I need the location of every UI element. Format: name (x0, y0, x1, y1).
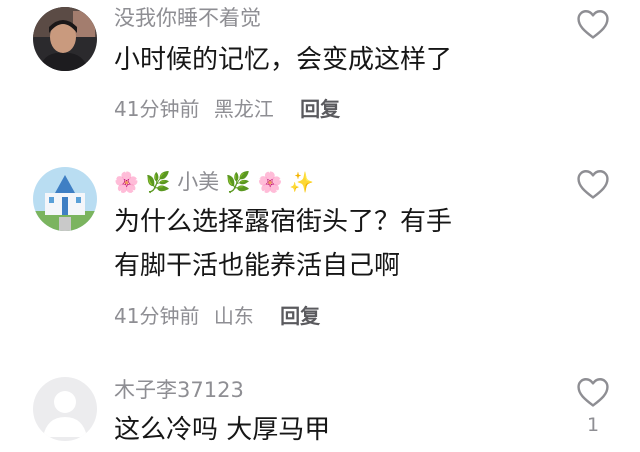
default-avatar-icon[interactable] (33, 377, 97, 441)
comment-time: 41分钟前 (114, 304, 200, 328)
comment-username[interactable]: 🌸 🌿 小美 🌿 🌸 ✨ (114, 168, 314, 196)
comment-text: 这么冷吗 大厚马甲 (114, 415, 331, 445)
comment-username[interactable]: 木子李37123 (114, 376, 244, 404)
username-text: 小美 (177, 170, 220, 194)
avatar[interactable] (33, 7, 97, 71)
comment-location: 山东 (213, 304, 254, 328)
comment-text: 为什么选择露宿街头了？有手 (114, 207, 453, 237)
like-count: 1 (586, 414, 600, 436)
sparkles-icon: ✨ (289, 170, 314, 194)
herb-icon: 🌿 (145, 170, 171, 194)
comment-location: 黑龙江 (213, 97, 274, 121)
avatar-photo (33, 7, 97, 71)
reply-button[interactable]: 回复 (300, 97, 340, 121)
heart-outline-icon[interactable] (576, 376, 610, 408)
comment-item: 木子李37123 这么冷吗 大厚马甲 1 (0, 350, 640, 449)
comment-item: 🌸 🌿 小美 🌿 🌸 ✨ 为什么选择露宿街头了？有手 有脚干活也能养活自己啊 4… (0, 140, 640, 350)
comment-item: 没我你睡不着觉 小时候的记忆，会变成这样了 41分钟前 黑龙江 回复 (0, 0, 640, 140)
heart-outline-icon[interactable] (576, 168, 610, 200)
comment-username[interactable]: 没我你睡不着觉 (114, 4, 261, 32)
herb-icon: 🌿 (225, 170, 251, 194)
comment-text: 小时候的记忆，会变成这样了 (114, 45, 453, 75)
comment-text: 有脚干活也能养活自己啊 (114, 251, 401, 281)
heart-outline-icon[interactable] (576, 8, 610, 40)
comment-meta: 41分钟前 山东 回复 (114, 302, 320, 330)
reply-button[interactable]: 回复 (280, 304, 320, 328)
cherry-blossom-icon: 🌸 (114, 170, 139, 194)
comment-meta: 41分钟前 黑龙江 回复 (114, 95, 340, 123)
comment-time: 41分钟前 (114, 97, 200, 121)
cherry-blossom-icon: 🌸 (257, 170, 283, 194)
avatar-photo (33, 167, 97, 231)
avatar[interactable] (33, 167, 97, 231)
